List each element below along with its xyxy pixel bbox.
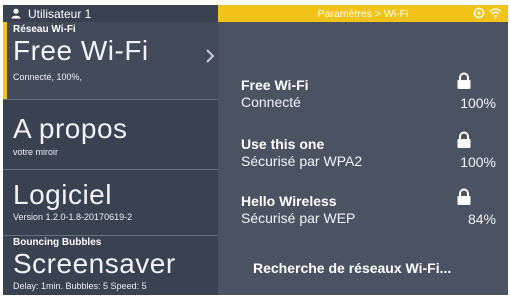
network-name: Use this one <box>241 136 325 152</box>
network-item[interactable]: Free Wi-Fi Connecté 100% <box>241 72 501 117</box>
lock-icon <box>456 131 472 149</box>
settings-menu: Utilisateur 1 Réseau Wi-Fi Free Wi-Fi Co… <box>3 5 218 295</box>
menu-item-wifi[interactable]: Réseau Wi-Fi Free Wi-Fi Connecté, 100%, <box>3 22 218 99</box>
user-header[interactable]: Utilisateur 1 <box>3 5 218 22</box>
wifi-icon[interactable] <box>489 7 502 22</box>
network-status: Sécurisé par WEP <box>241 210 356 226</box>
menu-item-subtitle: Delay: 1min. Bubbles: 5 Speed: 5 <box>13 281 147 291</box>
header-icons <box>473 7 502 22</box>
signal-strength: 100% <box>460 95 496 111</box>
network-status: Connecté <box>241 94 301 110</box>
settings-icon[interactable] <box>473 7 485 22</box>
network-status: Sécurisé par WPA2 <box>241 153 363 169</box>
lock-icon <box>456 188 472 206</box>
menu-item-software[interactable]: Logiciel Version 1.2.0-1.8-20170619-2 <box>3 169 218 235</box>
user-name: Utilisateur 1 <box>28 6 92 21</box>
selected-indicator <box>3 22 7 99</box>
menu-item-label: Réseau Wi-Fi <box>13 24 76 35</box>
menu-item-subtitle: votre miroir <box>13 147 59 157</box>
menu-item-title: A propos <box>13 113 128 144</box>
scan-networks-button[interactable]: Recherche de réseaux Wi-Fi... <box>253 260 451 276</box>
network-item[interactable]: Hello Wireless Sécurisé par WEP 84% <box>241 188 501 233</box>
network-name: Hello Wireless <box>241 193 337 209</box>
menu-item-title: Free Wi-Fi <box>13 35 149 66</box>
menu-item-screensaver[interactable]: Bouncing Bubbles Screensaver Delay: 1min… <box>3 235 218 295</box>
menu-item-subtitle: Connecté, 100%, <box>13 72 83 82</box>
menu-item-about[interactable]: A propos votre miroir <box>3 99 218 169</box>
signal-strength: 84% <box>467 211 496 227</box>
user-icon <box>11 8 21 19</box>
settings-app: Utilisateur 1 Réseau Wi-Fi Free Wi-Fi Co… <box>3 5 508 295</box>
lock-icon <box>456 72 472 90</box>
wifi-settings-panel: Paramètres > Wi-Fi Free Wi-Fi Connecté 1… <box>218 5 508 295</box>
menu-item-title: Logiciel <box>13 179 112 210</box>
menu-item-label: Bouncing Bubbles <box>13 237 102 248</box>
breadcrumb: Paramètres > Wi-Fi <box>317 7 409 20</box>
network-item[interactable]: Use this one Sécurisé par WPA2 100% <box>241 131 501 176</box>
chevron-right-icon <box>204 48 216 64</box>
panel-header: Paramètres > Wi-Fi <box>218 5 508 22</box>
menu-item-subtitle: Version 1.2.0-1.8-20170619-2 <box>13 212 133 222</box>
menu-item-title: Screensaver <box>13 248 176 279</box>
signal-strength: 100% <box>460 154 496 170</box>
network-name: Free Wi-Fi <box>241 77 309 93</box>
